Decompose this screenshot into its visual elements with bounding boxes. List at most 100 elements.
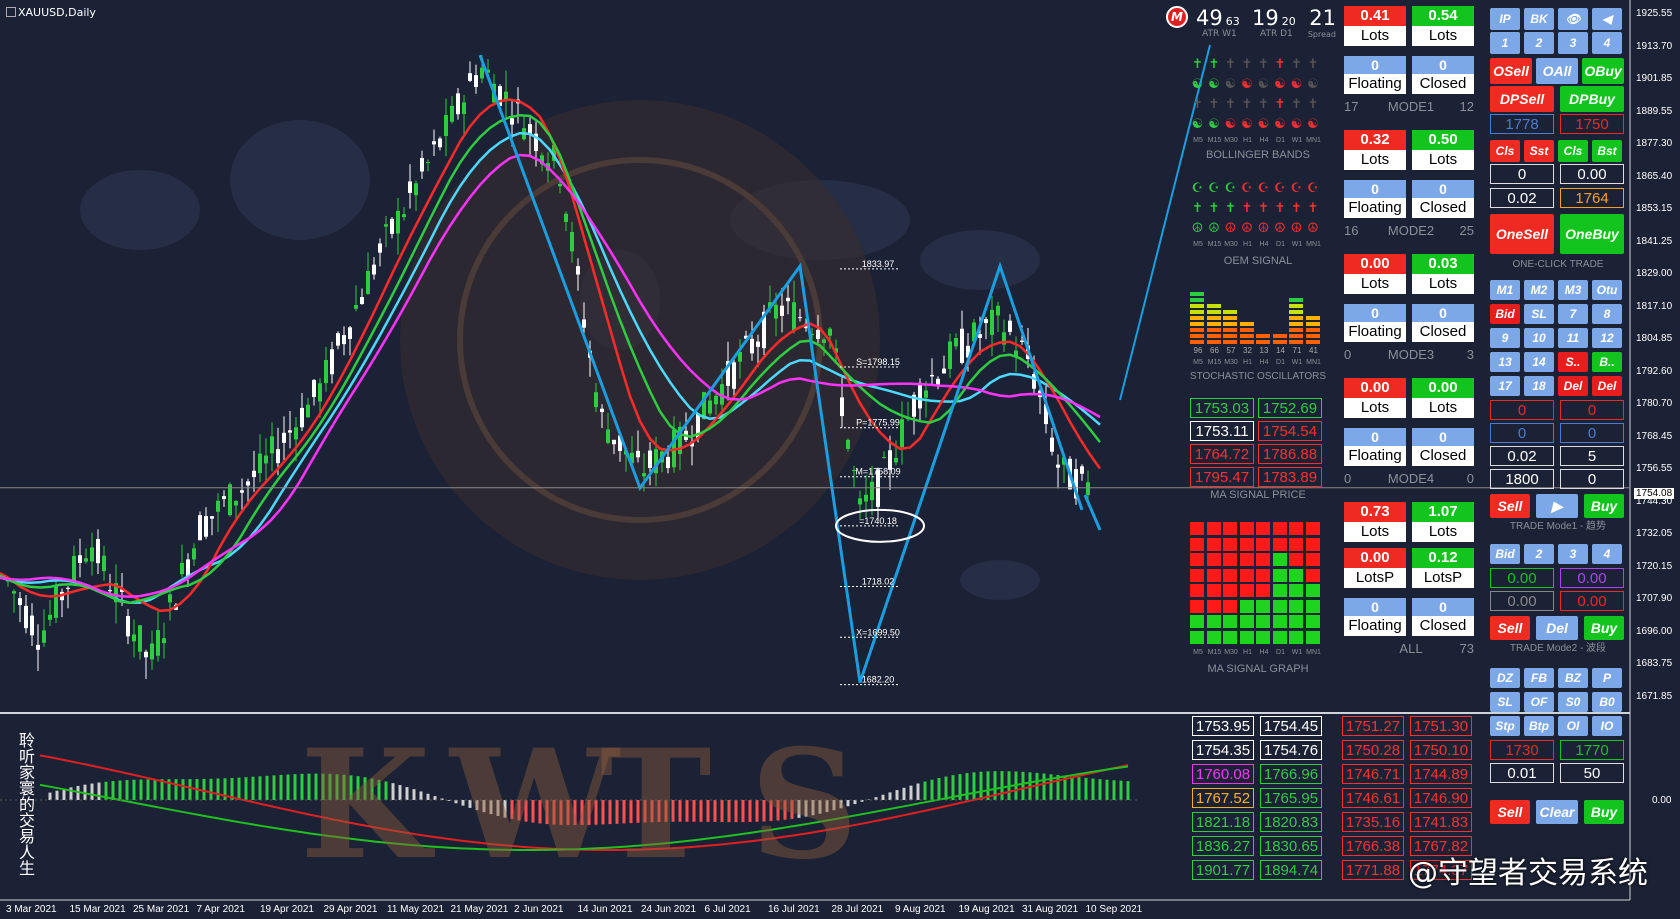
one-buy-button[interactable]: OneBuy xyxy=(1560,214,1624,254)
btn-bk[interactable]: BK xyxy=(1524,8,1554,30)
closed-button[interactable]: Closed xyxy=(1412,446,1474,466)
target-input[interactable]: 1800 xyxy=(1490,469,1554,489)
grid-button[interactable]: M3 xyxy=(1558,280,1588,300)
mode2-grid-button[interactable]: Stp xyxy=(1490,716,1520,736)
lots-label[interactable]: Lots xyxy=(1344,26,1406,46)
grid-button[interactable]: 9 xyxy=(1490,328,1520,348)
field-input[interactable]: 0.00 xyxy=(1560,164,1624,184)
grid-button[interactable]: 17 xyxy=(1490,376,1520,396)
field-input[interactable]: 0 xyxy=(1490,164,1554,184)
menu-icon[interactable] xyxy=(6,7,16,17)
grid-button[interactable]: Bid xyxy=(1490,304,1520,324)
grid-button[interactable]: B.. xyxy=(1592,352,1622,372)
grid-button[interactable]: SL xyxy=(1524,304,1554,324)
mode2-button[interactable]: 3 xyxy=(1558,544,1588,564)
red-level-input[interactable]: 0.00 xyxy=(1560,591,1624,611)
lots-label[interactable]: Lots xyxy=(1344,150,1406,170)
number-button[interactable]: 4 xyxy=(1592,32,1622,54)
dpsell-button[interactable]: DPSell xyxy=(1490,86,1554,112)
closed-button[interactable]: Closed xyxy=(1412,322,1474,342)
obuy-button[interactable]: OBuy xyxy=(1582,58,1624,84)
grid-button[interactable]: 12 xyxy=(1592,328,1622,348)
lots-label[interactable]: Lots xyxy=(1412,150,1474,170)
mode2-grid-button[interactable]: IO xyxy=(1592,716,1622,736)
bst-button[interactable]: Bst xyxy=(1592,140,1622,162)
lots-label[interactable]: Lots xyxy=(1344,274,1406,294)
lots-label[interactable]: Lots xyxy=(1344,522,1406,542)
number-button[interactable]: 1 xyxy=(1490,32,1520,54)
purple-level-input[interactable]: 0.00 xyxy=(1560,568,1624,588)
mode2-grid-button[interactable]: FB xyxy=(1524,668,1554,688)
del-mode2-button[interactable]: Del xyxy=(1536,616,1578,640)
grid-button[interactable]: S.. xyxy=(1558,352,1588,372)
mode2-grid-button[interactable]: B0 xyxy=(1592,692,1622,712)
red-level-input[interactable]: 0 xyxy=(1490,400,1554,420)
mode2-grid-button[interactable]: Btp xyxy=(1524,716,1554,736)
lots-label[interactable]: Lots xyxy=(1412,274,1474,294)
mode2-button[interactable]: 4 xyxy=(1592,544,1622,564)
step-input[interactable]: 5 xyxy=(1560,446,1624,466)
clear-button[interactable]: Clear xyxy=(1536,800,1578,824)
oall-button[interactable]: OAll xyxy=(1536,58,1578,84)
sell-mode2-button[interactable]: Sell xyxy=(1490,616,1530,640)
price-buy-input[interactable]: 1750 xyxy=(1560,114,1624,134)
floating-button[interactable]: Floating xyxy=(1344,446,1406,466)
mode2-grid-button[interactable]: DZ xyxy=(1490,668,1520,688)
cls-buy-button[interactable]: Cls xyxy=(1558,140,1588,162)
grid-button[interactable]: 7 xyxy=(1558,304,1588,324)
bottom-green-input[interactable]: 1770 xyxy=(1560,740,1624,760)
gray-level-input[interactable]: 0.00 xyxy=(1490,591,1554,611)
lotsp-label[interactable]: LotsP xyxy=(1344,568,1406,588)
play-icon[interactable]: ▶ xyxy=(1536,494,1578,518)
buy-bottom-button[interactable]: Buy xyxy=(1584,800,1624,824)
mode2-grid-button[interactable]: P xyxy=(1592,668,1622,688)
mode2-grid-button[interactable]: BZ xyxy=(1558,668,1588,688)
floating-button[interactable]: Floating xyxy=(1344,198,1406,218)
field-input[interactable]: 0.02 xyxy=(1490,188,1554,208)
grid-button[interactable]: Del xyxy=(1558,376,1588,396)
green-level-input[interactable]: 0.00 xyxy=(1490,568,1554,588)
sell-mode1-button[interactable]: Sell xyxy=(1490,494,1530,518)
bottom-lot-input[interactable]: 0.01 xyxy=(1490,763,1554,783)
closed-button[interactable]: Closed xyxy=(1412,74,1474,94)
eye-icon[interactable]: 👁 xyxy=(1558,8,1588,30)
cls-sell-button[interactable]: Cls xyxy=(1490,140,1520,162)
price-sell-input[interactable]: 1778 xyxy=(1490,114,1554,134)
bottom-step-input[interactable]: 50 xyxy=(1560,763,1624,783)
grid-button[interactable]: 10 xyxy=(1524,328,1554,348)
grid-button[interactable]: 18 xyxy=(1524,376,1554,396)
lots-label[interactable]: Lots xyxy=(1412,398,1474,418)
one-sell-button[interactable]: OneSell xyxy=(1490,214,1554,254)
grid-button[interactable]: 14 xyxy=(1524,352,1554,372)
mode2-grid-button[interactable]: SL xyxy=(1490,692,1520,712)
grid-button[interactable]: Del xyxy=(1592,376,1622,396)
mode2-button[interactable]: Bid xyxy=(1490,544,1520,564)
grid-button[interactable]: 11 xyxy=(1558,328,1588,348)
lots-label[interactable]: Lots xyxy=(1412,522,1474,542)
buy-mode1-button[interactable]: Buy xyxy=(1584,494,1624,518)
speaker-icon[interactable]: ◀ xyxy=(1592,8,1622,30)
mode2-grid-button[interactable]: S0 xyxy=(1558,692,1588,712)
grid-button[interactable]: M1 xyxy=(1490,280,1520,300)
number-button[interactable]: 3 xyxy=(1558,32,1588,54)
floating-button[interactable]: Floating xyxy=(1344,616,1406,636)
grid-button[interactable]: 8 xyxy=(1592,304,1622,324)
sst-button[interactable]: Sst xyxy=(1524,140,1554,162)
osell-button[interactable]: OSell xyxy=(1490,58,1532,84)
offset-input[interactable]: 0 xyxy=(1560,469,1624,489)
mode2-grid-button[interactable]: OI xyxy=(1558,716,1588,736)
grid-button[interactable]: 13 xyxy=(1490,352,1520,372)
closed-button[interactable]: Closed xyxy=(1412,616,1474,636)
grid-button[interactable]: Otu xyxy=(1592,280,1622,300)
field-input[interactable]: 1764 xyxy=(1560,188,1624,208)
floating-button[interactable]: Floating xyxy=(1344,74,1406,94)
lots-label[interactable]: Lots xyxy=(1344,398,1406,418)
btn-ip[interactable]: IP xyxy=(1490,8,1520,30)
lotsp-label[interactable]: LotsP xyxy=(1412,568,1474,588)
number-button[interactable]: 2 xyxy=(1524,32,1554,54)
sell-bottom-button[interactable]: Sell xyxy=(1490,800,1530,824)
bottom-red-input[interactable]: 1730 xyxy=(1490,740,1554,760)
floating-button[interactable]: Floating xyxy=(1344,322,1406,342)
red-level-input[interactable]: 0 xyxy=(1560,400,1624,420)
closed-button[interactable]: Closed xyxy=(1412,198,1474,218)
